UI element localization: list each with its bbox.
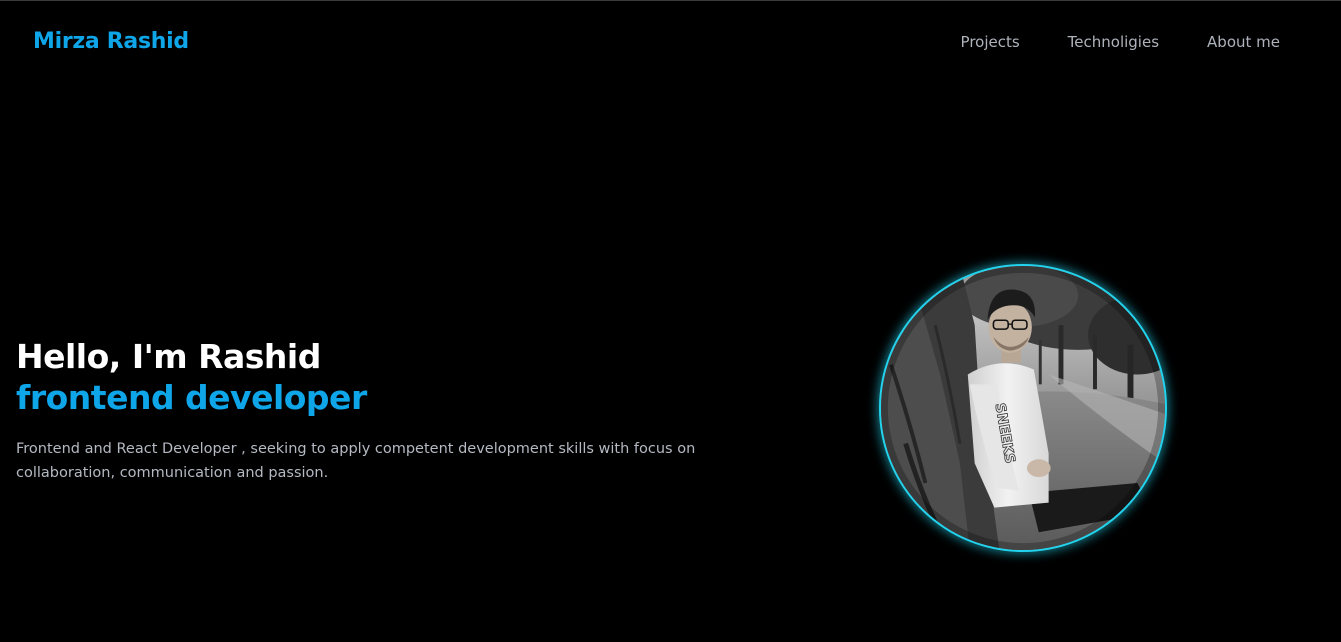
profile-photo: SNEEKS — [879, 264, 1167, 552]
hero-role: frontend developer — [16, 378, 367, 417]
page: Mirza Rashid Projects Technoligies About… — [0, 0, 1341, 642]
nav-link-about[interactable]: About me — [1207, 33, 1280, 51]
nav-item-technologies: Technoligies — [1068, 32, 1159, 51]
brand-logo-link[interactable]: Mirza Rashid — [33, 29, 189, 54]
hero-greeting: Hello, I'm Rashid — [16, 337, 321, 376]
hero-description: Frontend and React Developer , seeking t… — [16, 441, 696, 481]
profile-photo-image: SNEEKS — [881, 266, 1165, 550]
hero-intro: Hello, I'm Rashid frontend developer Fro… — [16, 337, 716, 485]
nav-links: Projects Technoligies About me — [961, 32, 1280, 51]
nav-item-projects: Projects — [961, 32, 1020, 51]
nav-item-about: About me — [1207, 32, 1280, 51]
navbar: Mirza Rashid Projects Technoligies About… — [0, 1, 1341, 85]
nav-link-projects[interactable]: Projects — [961, 33, 1020, 51]
nav-link-technologies[interactable]: Technoligies — [1068, 33, 1159, 51]
